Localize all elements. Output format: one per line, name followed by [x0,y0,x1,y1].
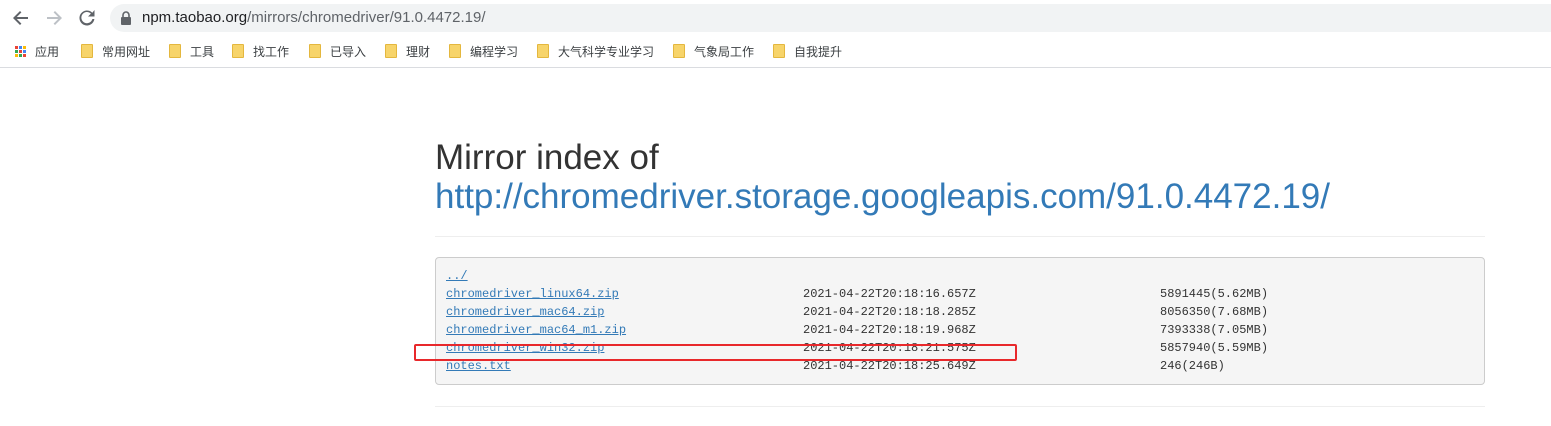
folder-icon [449,44,461,58]
file-date: 2021-04-22T20:18:18.285Z [803,305,976,319]
bookmark-folder[interactable]: 已导入 [309,35,366,67]
file-link[interactable]: chromedriver_mac64.zip [446,303,604,321]
folder-icon [385,44,397,58]
file-link[interactable]: chromedriver_mac64_m1.zip [446,321,626,339]
back-button[interactable] [9,6,33,30]
bookmark-folder[interactable]: 自我提升 [773,35,842,67]
title-prefix: Mirror index of [435,138,659,177]
bookmark-folder[interactable]: 工具 [169,35,214,67]
file-date: 2021-04-22T20:18:16.657Z [803,287,976,301]
folder-icon [537,44,549,58]
arrow-right-icon [47,11,62,25]
folder-icon [232,44,244,58]
bookmark-folder[interactable]: 编程学习 [449,35,518,67]
divider [435,236,1485,237]
file-size: 246(246B) [1160,359,1225,373]
bookmark-folder[interactable]: 理财 [385,35,430,67]
folder-icon [81,44,93,58]
file-date: 2021-04-22T20:18:25.649Z [803,359,976,373]
bookmark-apps[interactable]: 应用 [15,35,59,67]
bookmark-label: 已导入 [330,44,367,59]
bookmark-folder[interactable]: 气象局工作 [673,35,754,67]
file-link[interactable]: chromedriver_win32.zip [446,339,604,357]
folder-icon [309,44,321,58]
file-date: 2021-04-22T20:18:21.575Z [803,341,976,355]
bookmark-folder[interactable]: 找工作 [232,35,289,67]
mirror-source-link[interactable]: http://chromedriver.storage.googleapis.c… [435,177,1330,216]
parent-directory-link[interactable]: ../ [446,267,468,285]
url-path: /mirrors/chromedriver/91.0.4472.19/ [247,9,486,26]
folder-icon [673,44,685,58]
lock-icon [121,11,131,25]
file-size: 8056350(7.68MB) [1160,305,1269,319]
bookmark-label: 气象局工作 [694,44,755,59]
bookmark-folder[interactable]: 常用网址 [81,35,150,67]
bookmark-label: 常用网址 [102,44,151,59]
bookmark-label: 应用 [35,44,60,59]
page-title: Mirror index of http://chromedriver.stor… [435,138,1330,216]
file-size: 5891445(5.62MB) [1160,287,1269,301]
file-link[interactable]: notes.txt [446,357,511,375]
divider [435,406,1485,407]
forward-button[interactable] [42,6,66,30]
bookmark-label: 编程学习 [470,44,519,59]
address-bar[interactable]: npm.taobao.org/mirrors/chromedriver/91.0… [110,4,1551,32]
url-text[interactable]: npm.taobao.org/mirrors/chromedriver/91.0… [142,4,486,32]
url-host: npm.taobao.org [142,9,248,26]
bookmark-label: 理财 [406,44,431,59]
file-size: 7393338(7.05MB) [1160,323,1269,337]
bookmark-label: 工具 [190,44,215,59]
file-link[interactable]: chromedriver_linux64.zip [446,285,619,303]
browser-toolbar: npm.taobao.org/mirrors/chromedriver/91.0… [0,0,1551,35]
file-size: 5857940(5.59MB) [1160,341,1269,355]
reload-button[interactable] [75,6,99,30]
bookmark-label: 大气科学专业学习 [558,44,655,59]
file-date: 2021-04-22T20:18:19.968Z [803,323,976,337]
reload-icon [79,10,95,26]
bookmark-label: 自我提升 [794,44,843,59]
arrow-left-icon [13,11,28,25]
bookmark-folder[interactable]: 大气科学专业学习 [537,35,654,67]
bookmark-label: 找工作 [253,44,290,59]
folder-icon [169,44,181,58]
bookmarks-bar: 应用 常用网址 工具 找工作 已导入 理财 编程学习 大气科学专业学习 气象局工… [0,35,1551,68]
folder-icon [773,44,785,58]
apps-icon [15,45,26,57]
file-listing: ../ chromedriver_linux64.zip 2021-04-22T… [435,257,1485,385]
